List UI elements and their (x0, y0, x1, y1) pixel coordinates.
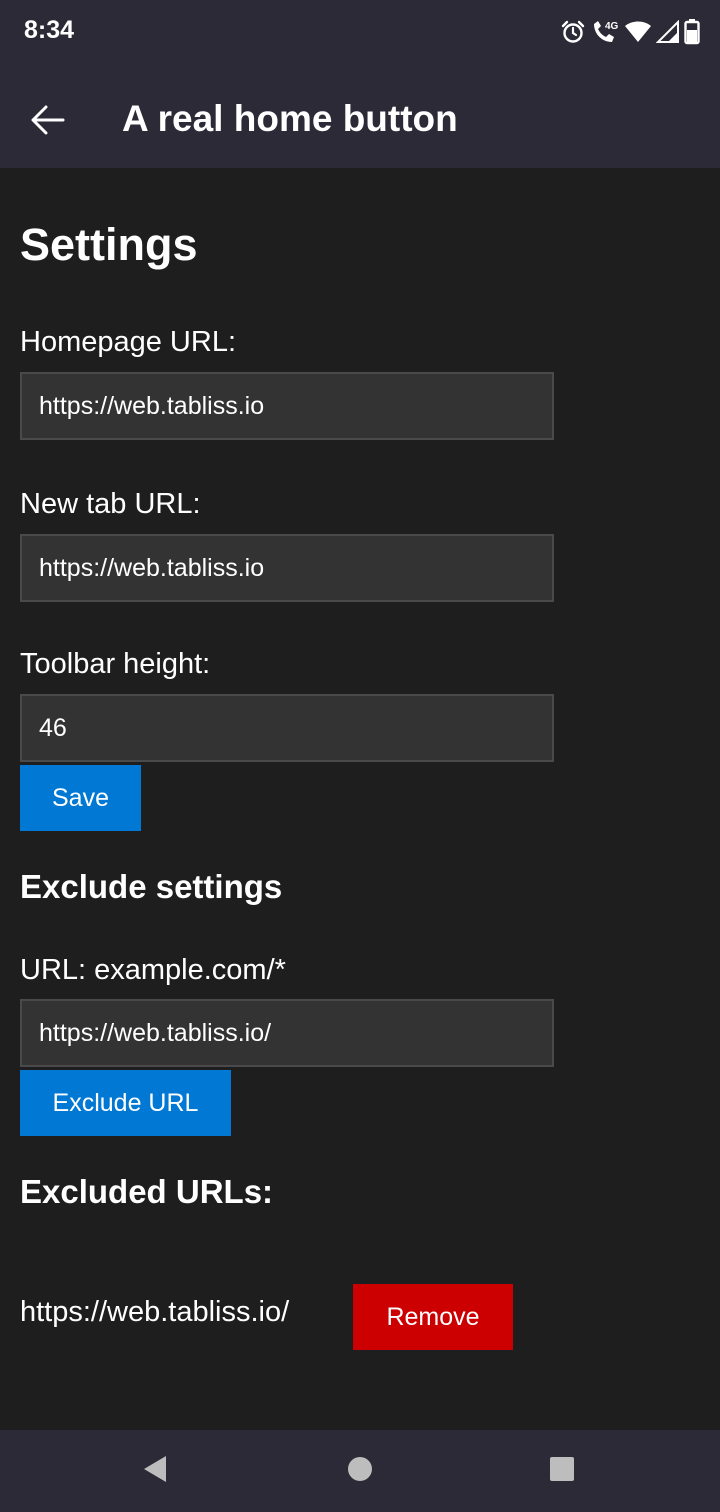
page-title: A real home button (122, 98, 458, 139)
back-button[interactable] (20, 94, 76, 150)
app-bar: A real home button (0, 64, 720, 168)
status-time: 8:34 (24, 16, 75, 44)
status-icons: 4G (560, 16, 700, 48)
excluded-url-item: https://web.tabliss.io/ (20, 1296, 290, 1328)
nav-recents-icon (549, 1456, 575, 1487)
nav-back-icon (142, 1455, 168, 1488)
remove-button[interactable]: Remove (353, 1284, 513, 1350)
alarm-icon (560, 19, 586, 45)
homepage-url-label: Homepage URL: (20, 326, 236, 358)
wifi-icon (624, 20, 652, 44)
save-button[interactable]: Save (20, 765, 141, 831)
exclude-url-button[interactable]: Exclude URL (20, 1070, 231, 1136)
new-tab-url-input[interactable] (20, 534, 554, 602)
settings-heading: Settings (20, 219, 198, 270)
wifi-calling-4g-icon: 4G (590, 18, 620, 46)
exclude-url-input[interactable] (20, 999, 554, 1067)
nav-recents-button[interactable] (538, 1447, 586, 1495)
excluded-urls-heading: Excluded URLs: (20, 1173, 274, 1210)
new-tab-url-label: New tab URL: (20, 488, 201, 520)
status-bar: 8:34 4G (0, 0, 720, 64)
nav-home-button[interactable] (336, 1447, 384, 1495)
navigation-bar (0, 1430, 720, 1512)
exclude-settings-heading: Exclude settings (20, 868, 283, 905)
nav-back-button[interactable] (131, 1447, 179, 1495)
exclude-url-label: URL: example.com/* (20, 954, 286, 986)
battery-icon (684, 19, 700, 45)
signal-icon (656, 20, 680, 44)
nav-home-icon (347, 1456, 373, 1487)
svg-text:4G: 4G (605, 21, 619, 32)
arrow-back-icon (30, 102, 66, 143)
toolbar-height-input[interactable] (20, 694, 554, 762)
homepage-url-input[interactable] (20, 372, 554, 440)
toolbar-height-label: Toolbar height: (20, 648, 211, 680)
